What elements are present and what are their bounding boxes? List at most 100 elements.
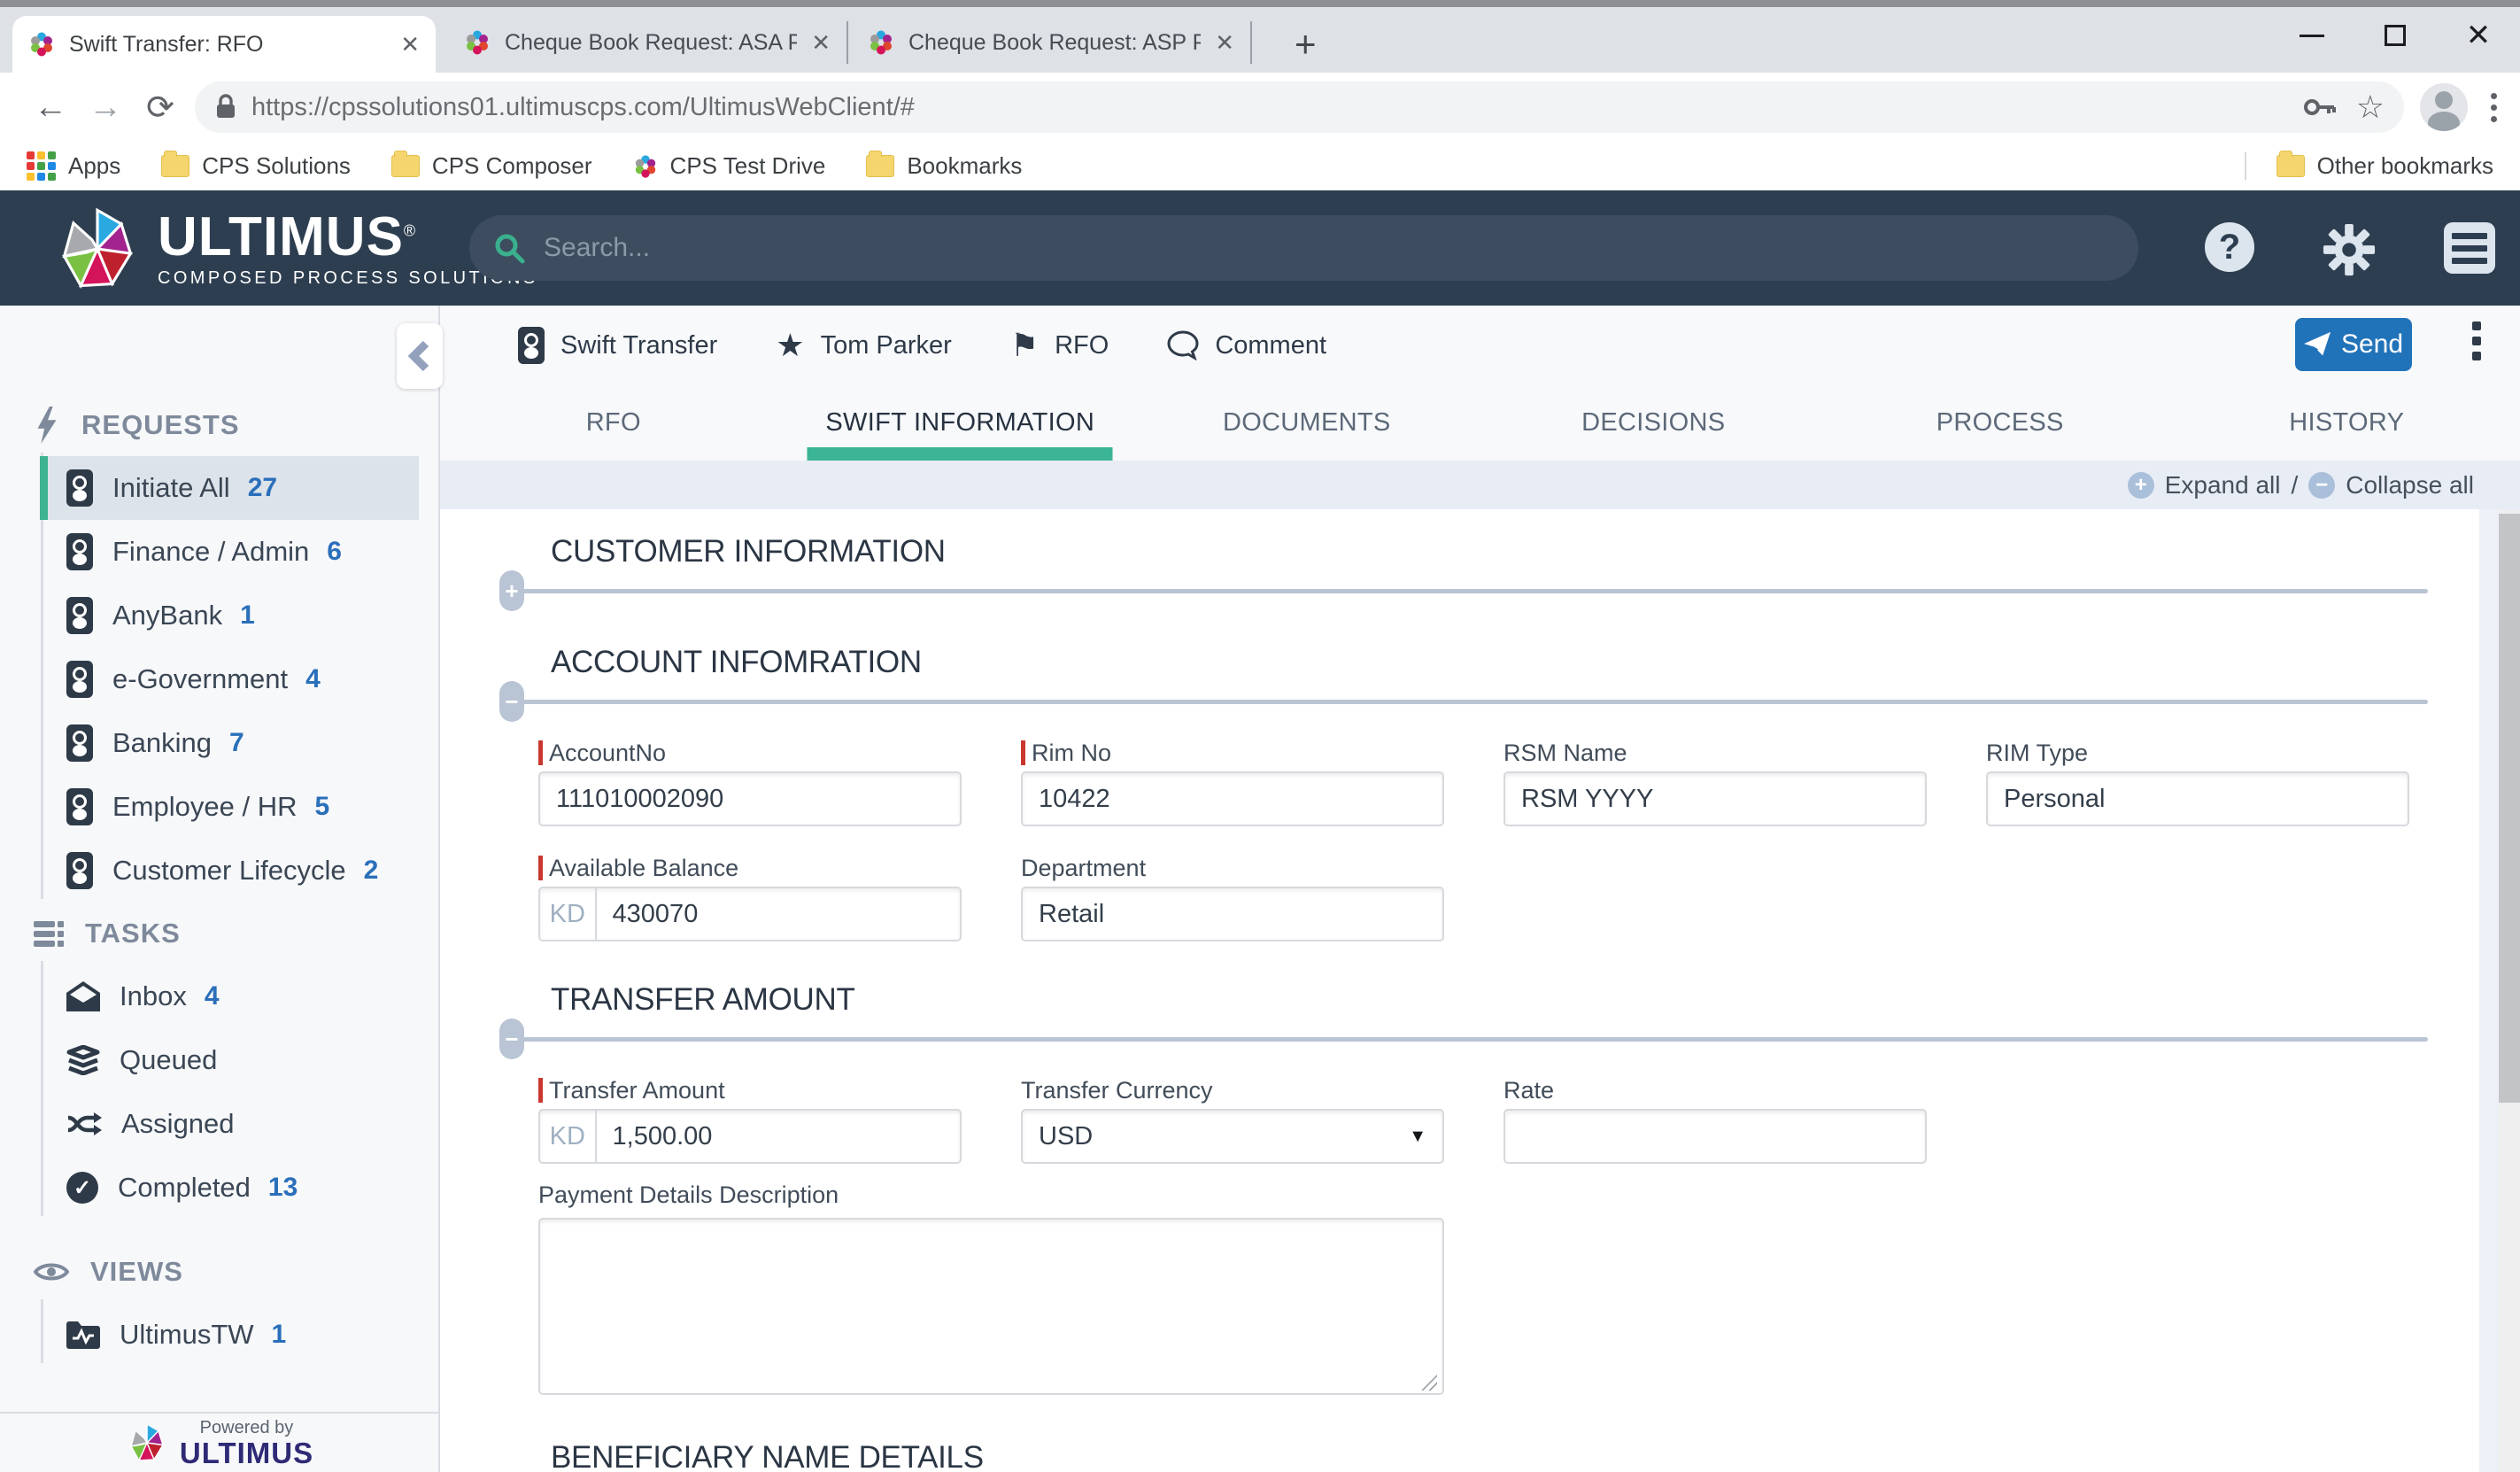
request-owner[interactable]: ★ Tom Parker (776, 329, 952, 361)
address-bar[interactable]: https://cpssolutions01.ultimuscps.com/Ul… (195, 81, 2404, 133)
browser-profile-avatar[interactable] (2420, 83, 2468, 131)
sidebar-item-initiate-all[interactable]: Initiate All 27 (40, 456, 419, 520)
view-folder-icon (66, 1321, 100, 1349)
chevron-left-icon (402, 333, 437, 379)
payment-details-textarea[interactable] (538, 1218, 1444, 1395)
transfer-currency-select[interactable]: USD ▼ (1021, 1109, 1444, 1164)
currency-prefix: KD (540, 1111, 597, 1162)
expand-all-link[interactable]: Expand all (2165, 471, 2281, 500)
field-available-balance: Available Balance KD (538, 849, 962, 941)
tab-history[interactable]: HISTORY (2174, 385, 2520, 461)
browser-tab-active[interactable]: Swift Transfer: RFO ✕ (12, 16, 436, 73)
sidebar-item-anybank[interactable]: AnyBank 1 (40, 584, 419, 647)
window-close-button[interactable]: ✕ (2437, 7, 2520, 64)
required-marker (538, 856, 543, 880)
more-options-icon[interactable] (2472, 322, 2481, 360)
sidebar-collapse-button[interactable] (397, 323, 443, 389)
sidebar: REQUESTS Initiate All 27 Finance / Admin… (0, 306, 440, 1472)
payment-details-label: Payment Details Description (538, 1181, 2520, 1209)
url-text: https://cpssolutions01.ultimuscps.com/Ul… (251, 93, 2284, 122)
flag-icon: ⚑ (1010, 329, 1039, 361)
new-tab-button[interactable]: + (1295, 23, 1317, 66)
tab-close-icon[interactable]: ✕ (811, 31, 831, 54)
browser-tab[interactable]: Cheque Book Request: ASA Proce ✕ (448, 21, 848, 64)
count-badge: 5 (314, 792, 329, 822)
sidebar-item-assigned[interactable]: Assigned (40, 1092, 419, 1156)
sidebar-item-inbox[interactable]: Inbox 4 (40, 965, 419, 1028)
send-button[interactable]: Send (2295, 318, 2412, 371)
folder-icon (2277, 155, 2305, 177)
transfer-amount-input[interactable] (597, 1111, 960, 1162)
help-icon[interactable]: ? (2205, 222, 2254, 272)
section-expand-toggle[interactable]: + (499, 570, 524, 611)
tab-swift-information[interactable]: SWIFT INFORMATION (787, 385, 1134, 461)
tasks-icon (34, 919, 64, 948)
page-scrollbar-track[interactable] (2499, 509, 2520, 1472)
settings-gear-icon[interactable] (2322, 222, 2377, 277)
field-transfer-amount: Transfer Amount KD (538, 1072, 962, 1164)
bookmark-cps-test-drive[interactable]: CPS Test Drive (633, 152, 826, 180)
section-divider: + (511, 589, 2428, 593)
tab-close-icon[interactable]: ✕ (1215, 31, 1234, 54)
bookmark-star-icon[interactable]: ☆ (2356, 89, 2385, 126)
back-button[interactable]: ← (23, 89, 78, 127)
app-menu-icon[interactable] (2444, 222, 2495, 274)
field-rim-no: Rim No (1021, 734, 1444, 826)
apps-shortcut[interactable]: Apps (27, 151, 120, 181)
sidebar-item-completed[interactable]: ✓ Completed 13 (40, 1156, 419, 1220)
section-title-beneficiary-name-details: BENEFICIARY NAME DETAILS (551, 1440, 2520, 1472)
sidebar-item-finance-admin[interactable]: Finance / Admin 6 (40, 520, 419, 584)
process-icon (66, 661, 93, 698)
sidebar-item-e-government[interactable]: e-Government 4 (40, 647, 419, 711)
bookmark-label: CPS Test Drive (670, 152, 826, 180)
required-marker (1021, 740, 1025, 765)
available-balance-input[interactable] (597, 888, 960, 940)
sidebar-item-employee-hr[interactable]: Employee / HR 5 (40, 775, 419, 839)
tab-decisions[interactable]: DECISIONS (1480, 385, 1828, 461)
section-collapse-toggle[interactable]: − (499, 1019, 524, 1059)
collapse-all-link[interactable]: Collapse all (2346, 471, 2474, 500)
expand-all-icon[interactable]: + (2128, 472, 2154, 499)
other-bookmarks[interactable]: Other bookmarks (2245, 152, 2493, 180)
browser-menu-icon[interactable] (2491, 93, 2497, 122)
tab-documents[interactable]: DOCUMENTS (1133, 385, 1480, 461)
rate-input[interactable] (1505, 1111, 1925, 1162)
bookmark-bookmarks[interactable]: Bookmarks (866, 152, 1022, 180)
expand-collapse-bar: + Expand all / − Collapse all (440, 461, 2520, 509)
inner-scrollbar-track[interactable] (2479, 509, 2499, 1472)
rim-type-input[interactable] (1988, 773, 2408, 825)
count-badge: 27 (248, 473, 277, 503)
sidebar-item-banking[interactable]: Banking 7 (40, 711, 419, 775)
department-input[interactable] (1023, 888, 1442, 940)
reload-button[interactable]: ⟳ (133, 88, 188, 128)
rsm-name-input[interactable] (1505, 773, 1925, 825)
tab-process[interactable]: PROCESS (1827, 385, 2174, 461)
global-search-input[interactable]: Search... (469, 215, 2138, 281)
browser-tab[interactable]: Cheque Book Request: ASP Proce ✕ (852, 21, 1252, 64)
lock-icon (214, 93, 237, 121)
rim-no-input[interactable] (1023, 773, 1442, 825)
sidebar-item-queued[interactable]: Queued (40, 1028, 419, 1092)
tab-close-icon[interactable]: ✕ (400, 33, 420, 56)
key-icon[interactable] (2303, 96, 2337, 119)
tab-rfo[interactable]: RFO (440, 385, 787, 461)
bookmark-cps-solutions[interactable]: CPS Solutions (161, 152, 351, 180)
sidebar-item-customer-lifecycle[interactable]: Customer Lifecycle 2 (40, 839, 419, 903)
forward-button[interactable]: → (78, 89, 133, 127)
collapse-all-icon[interactable]: − (2308, 472, 2335, 499)
account-no-input[interactable] (540, 773, 960, 825)
layers-icon (66, 1045, 100, 1075)
tab-title: Cheque Book Request: ASA Proce (505, 30, 797, 56)
window-minimize-button[interactable] (2270, 7, 2354, 64)
window-maximize-button[interactable] (2354, 7, 2437, 64)
field-department: Department (1021, 849, 1444, 941)
bookmark-cps-composer[interactable]: CPS Composer (391, 152, 592, 180)
request-label: ⚑ RFO (1010, 329, 1109, 361)
page-scrollbar-thumb[interactable] (2499, 514, 2520, 1103)
ultimus-favicon (464, 29, 491, 56)
count-badge: 1 (240, 600, 255, 631)
section-collapse-toggle[interactable]: − (499, 681, 524, 722)
sidebar-item-ultimustw[interactable]: UltimusTW 1 (40, 1303, 419, 1367)
comment-button[interactable]: Comment (1167, 330, 1326, 360)
tab-title: Swift Transfer: RFO (69, 32, 361, 58)
